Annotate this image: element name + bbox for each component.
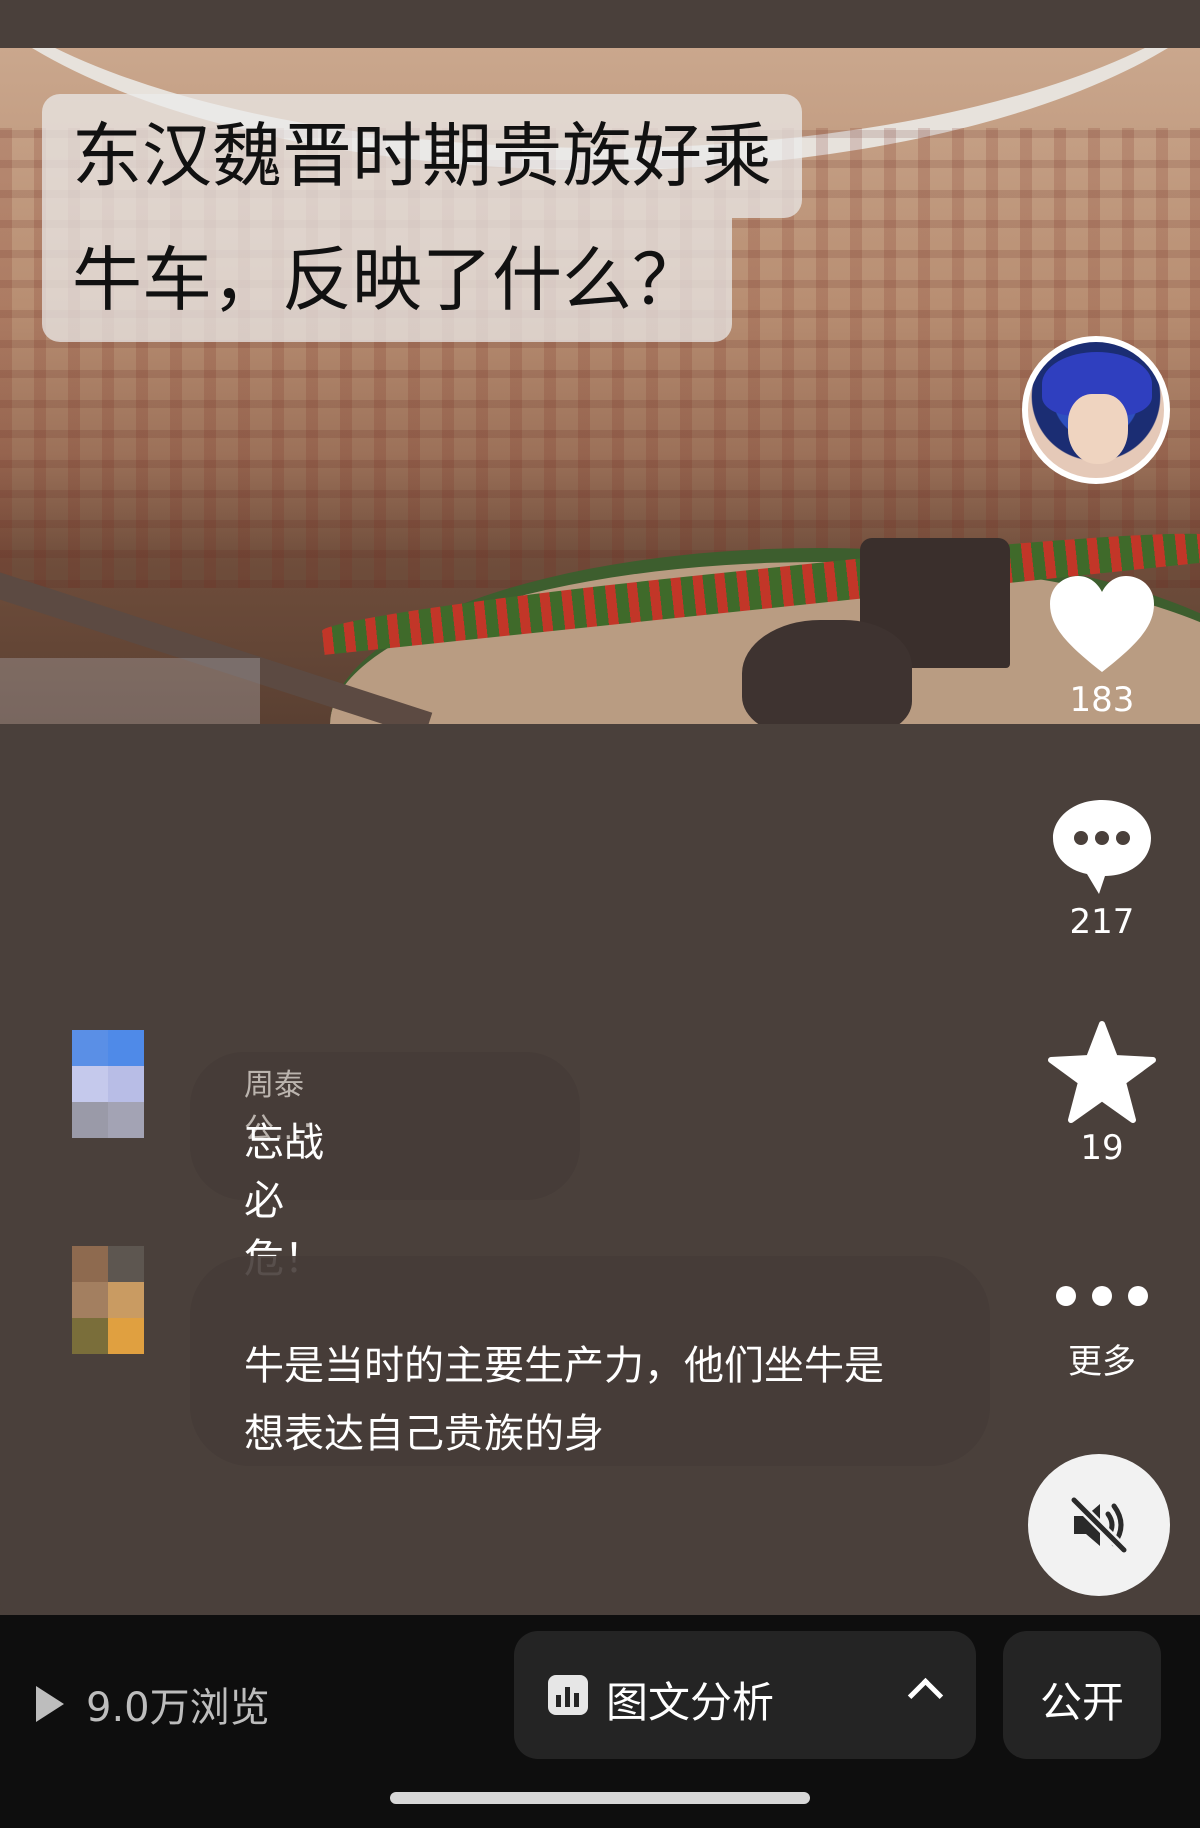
ox-sculpture bbox=[742, 620, 912, 724]
public-label: 公开 bbox=[1039, 1678, 1124, 1727]
author-avatar[interactable] bbox=[1022, 336, 1170, 484]
analysis-button[interactable]: 图文分析 bbox=[514, 1631, 976, 1759]
mute-button[interactable] bbox=[1028, 1454, 1170, 1596]
analysis-label: 图文分析 bbox=[606, 1678, 775, 1727]
post-caption: 东汉魏晋时期贵族好乘 牛车，反映了什么？ bbox=[42, 94, 912, 342]
favorite-button[interactable]: 19 bbox=[1040, 1020, 1164, 1168]
heart-icon bbox=[1050, 576, 1154, 672]
more-button[interactable]: 更多 bbox=[1040, 1276, 1164, 1383]
glass-panel bbox=[0, 658, 260, 724]
more-label: 更多 bbox=[1068, 1342, 1136, 1382]
more-dots-icon bbox=[1040, 1276, 1164, 1316]
view-count: 9.0万浏览 bbox=[36, 1675, 270, 1733]
chevron-up-icon bbox=[907, 1677, 944, 1714]
chart-icon bbox=[548, 1675, 588, 1715]
chat-bubble-icon bbox=[1053, 800, 1151, 894]
caption-line-2: 牛车，反映了什么？ bbox=[42, 218, 732, 342]
speaker-muted-icon bbox=[1067, 1493, 1131, 1557]
commenter-avatar bbox=[72, 1246, 144, 1354]
favorite-count: 19 bbox=[1080, 1128, 1124, 1168]
video-area[interactable]: 东汉魏晋时期贵族好乘 牛车，反映了什么？ 183 217 19 更多 周泰公..… bbox=[0, 0, 1200, 1615]
caption-line-1: 东汉魏晋时期贵族好乘 bbox=[42, 94, 802, 218]
comment-count: 217 bbox=[1069, 902, 1135, 942]
bottom-bar: 9.0万浏览 图文分析 公开 bbox=[0, 1615, 1200, 1828]
comment-text: 牛是当时的主要生产力，他们坐牛是想表达自己贵族的身 bbox=[244, 1343, 884, 1457]
play-icon bbox=[36, 1686, 64, 1722]
public-visibility-button[interactable]: 公开 bbox=[1003, 1631, 1161, 1759]
star-icon bbox=[1048, 1021, 1156, 1123]
home-indicator[interactable] bbox=[390, 1792, 810, 1804]
view-count-text: 9.0万浏览 bbox=[86, 1685, 270, 1731]
commenter-avatar bbox=[72, 1030, 144, 1138]
avatar-face bbox=[1068, 394, 1128, 464]
top-strip bbox=[0, 0, 1200, 48]
comment-button[interactable]: 217 bbox=[1040, 794, 1164, 942]
like-button[interactable]: 183 bbox=[1040, 572, 1164, 720]
like-count: 183 bbox=[1069, 680, 1135, 720]
